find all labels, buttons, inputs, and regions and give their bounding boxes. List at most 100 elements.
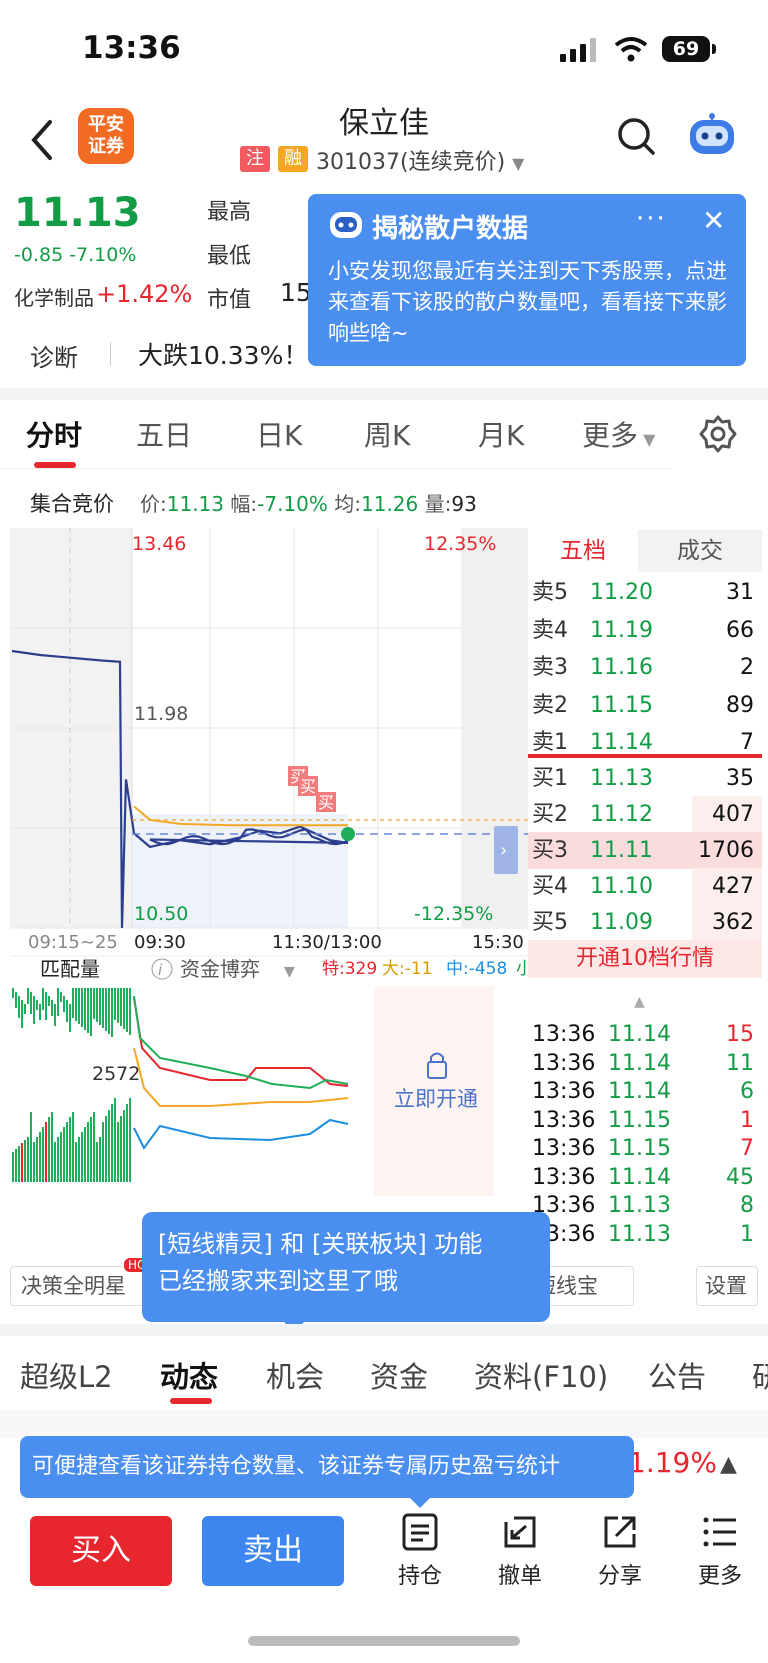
ask-label: 卖4 [532, 617, 568, 643]
match-bar-top [42, 988, 44, 1010]
match-bar-top [99, 988, 101, 1025]
ask-price: 11.16 [590, 655, 653, 680]
tab-research[interactable]: 研 [752, 1354, 768, 1396]
match-bar-bottom [81, 1132, 83, 1182]
auction-price-label: 价: [140, 492, 167, 516]
cancel-order-button[interactable]: 撤单 [480, 1512, 560, 1590]
tab-dynamics[interactable]: 动态 [160, 1354, 218, 1396]
search-icon[interactable] [616, 116, 656, 156]
hint-arrow [408, 1496, 432, 1508]
tab-five-day[interactable]: 五日 [136, 414, 192, 454]
bid-row[interactable]: 买2 11.12 407 [528, 796, 762, 833]
ask-label: 卖5 [532, 580, 568, 605]
tab-five-level[interactable]: 五档 [528, 530, 638, 572]
match-bar-top [108, 988, 110, 1034]
tick-volume: 1 [740, 1107, 754, 1133]
bid-row[interactable]: 买1 11.13 35 [528, 760, 762, 797]
feature-moved-tooltip[interactable]: [短线精灵] 和 [关联板块] 功能 已经搬家来到这里了哦 [142, 1212, 550, 1322]
decision-allstar-button[interactable]: 决策全明星 [10, 1266, 160, 1306]
match-bar-bottom [60, 1132, 62, 1182]
match-bar-top [21, 1000, 23, 1028]
collapse-up-icon[interactable]: ▲ [634, 994, 645, 1010]
tab-opportunity[interactable]: 机会 [266, 1354, 324, 1396]
match-bar-top [60, 992, 62, 1002]
auction-avg-label: 均: [334, 492, 361, 516]
auction-avg: 11.26 [361, 492, 419, 516]
share-button[interactable]: 分享 [580, 1512, 660, 1590]
tab-announcement[interactable]: 公告 [648, 1354, 706, 1396]
ask-label: 卖2 [532, 692, 568, 718]
diagnosis-text[interactable]: 大跌10.33%！ [138, 336, 308, 372]
auction-vol-label: 量: [424, 492, 452, 516]
stock-code-selector[interactable]: 301037(连续竞价) ▼ [316, 144, 524, 176]
match-bar-top [27, 988, 29, 1004]
ask-price: 11.15 [590, 692, 653, 718]
bid-row[interactable]: 买3 11.11 1706 [528, 832, 762, 869]
tab-intraday[interactable]: 分时 [26, 414, 82, 454]
tab-f10[interactable]: 资料(F10) [474, 1354, 608, 1396]
match-bar-top [12, 988, 14, 998]
trade-tick-row: 13:36 11.13 1 [528, 1220, 762, 1249]
share-label: 分享 [597, 1564, 642, 1589]
match-bar-top [87, 988, 89, 1033]
sell-button[interactable]: 卖出 [202, 1516, 344, 1586]
auction-range: -7.10% [257, 492, 328, 516]
sector-name[interactable]: 化学制品 [14, 282, 94, 311]
match-bar-bottom [111, 1104, 113, 1182]
assistant-robot-icon[interactable] [686, 112, 738, 160]
retail-data-popup[interactable]: 揭秘散户数据 ··· ✕ 小安发现您最近有关注到天下秀股票，点进来查看下该股的散… [308, 194, 746, 366]
ask-row[interactable]: 卖3 11.16 2 [528, 649, 762, 686]
buy-marker-text-2: 买 [300, 777, 316, 796]
sub-indicator-label[interactable]: 资金博弈 [180, 957, 260, 981]
match-bar-bottom [87, 1122, 89, 1182]
match-bar-top [51, 1000, 53, 1016]
diagnosis-label[interactable]: 诊断 [30, 338, 78, 373]
close-icon[interactable]: ✕ [702, 204, 725, 237]
home-indicator[interactable] [248, 1636, 520, 1646]
sub-left-label: 匹配量 [40, 957, 100, 981]
ask-row[interactable]: 卖4 11.19 66 [528, 612, 762, 649]
unlock-button[interactable]: 立即开通 [394, 1087, 478, 1111]
ask-price: 11.19 [590, 617, 653, 643]
match-bar-bottom [117, 1122, 119, 1182]
gear-icon[interactable] [698, 414, 738, 454]
buy-button[interactable]: 买入 [30, 1516, 172, 1586]
intraday-chart[interactable]: 买 买 买 13.46 12.35% 11.98 10.50 -12.35% ›… [10, 528, 528, 1250]
match-bar-bottom [69, 1117, 71, 1182]
chevron-down-icon[interactable]: ▼ [284, 964, 295, 980]
ask-row[interactable]: 卖2 11.15 89 [528, 687, 762, 724]
settings-button[interactable]: 设置 [696, 1266, 758, 1306]
tab-weekly-k[interactable]: 周K [364, 414, 410, 454]
trade-tick-row: 13:36 11.14 45 [528, 1163, 762, 1192]
holding-pct: 1.19% [628, 1446, 717, 1479]
tab-monthly-k[interactable]: 月K [478, 414, 524, 454]
holding-button[interactable]: 持仓 [380, 1512, 460, 1590]
more-button[interactable]: 更多 [680, 1512, 760, 1590]
match-bar-top [90, 988, 92, 1036]
bid-row[interactable]: 买5 11.09 362 [528, 904, 762, 941]
tooltip-line-2: 已经搬家来到这里了哦 [158, 1267, 398, 1295]
tick-price: 11.14 [608, 1079, 671, 1104]
status-time: 13:36 [82, 30, 181, 66]
bid-row[interactable]: 买4 11.10 427 [528, 868, 762, 905]
tab-daily-k[interactable]: 日K [256, 414, 302, 454]
match-bar-top [72, 988, 74, 1018]
match-bar-bottom [99, 1137, 101, 1182]
tab-more[interactable]: 更多 ▼ [582, 414, 655, 454]
tab-deals[interactable]: 成交 [638, 530, 762, 572]
chevron-down-icon: ▼ [638, 430, 656, 449]
match-bar-bottom [75, 1142, 77, 1182]
upgrade-10-level-button[interactable]: 开通10档行情 [528, 940, 762, 978]
chevron-up-icon[interactable]: ▲ [720, 1452, 737, 1477]
tick-time: 13:36 [532, 1107, 596, 1133]
tab-super-l2[interactable]: 超级L2 [20, 1354, 113, 1396]
tab-funds[interactable]: 资金 [370, 1354, 428, 1396]
holding-hint-banner[interactable]: 可便捷查看该证券持仓数量、该证券专属历史盈亏统计 [20, 1436, 634, 1498]
more-icon[interactable]: ··· [636, 204, 667, 234]
tooltip-line-1: [短线精灵] 和 [关联板块] 功能 [158, 1230, 483, 1258]
match-bar-bottom [42, 1127, 44, 1182]
ask-row[interactable]: 卖5 11.20 31 [528, 574, 762, 611]
match-bar-bottom [126, 1104, 128, 1182]
match-bar-top [45, 992, 47, 1020]
current-price: 11.13 [14, 190, 141, 236]
